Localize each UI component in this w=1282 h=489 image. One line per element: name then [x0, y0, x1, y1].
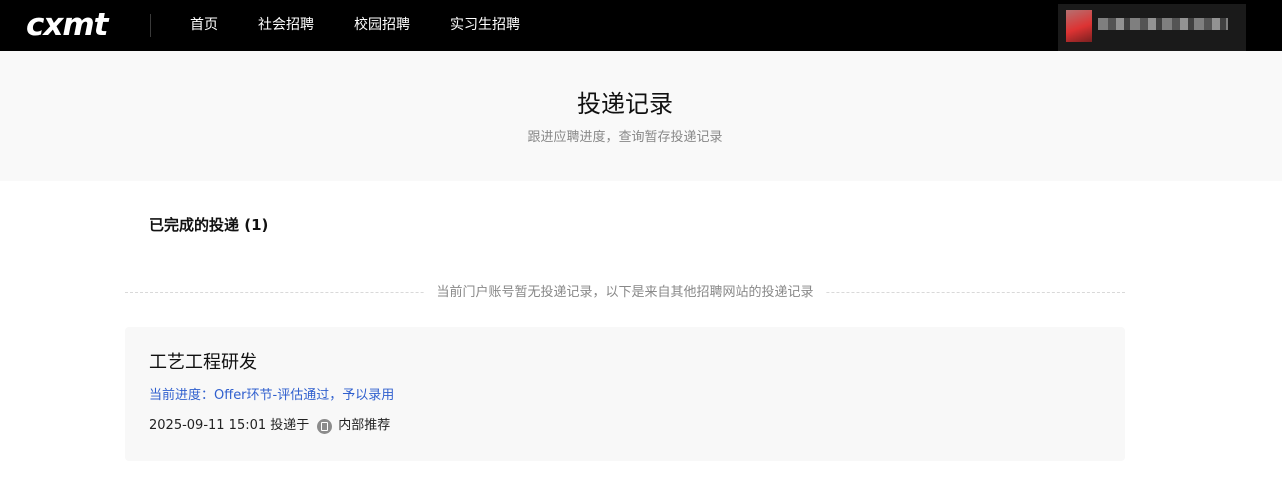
- job-title[interactable]: 工艺工程研发: [149, 352, 257, 374]
- application-meta: 2025-09-11 15:01 投递于 内部推荐: [149, 417, 390, 435]
- avatar: [1066, 10, 1092, 42]
- user-name-redacted: [1098, 18, 1228, 30]
- logo-divider: [150, 14, 151, 37]
- application-card[interactable]: 工艺工程研发 当前进度：Offer环节-评估通过，予以录用 2025-09-11…: [125, 327, 1125, 461]
- page-subtitle: 跟进应聘进度，查询暂存投递记录: [527, 130, 723, 145]
- notice-text: 当前门户账号暂无投递记录，以下是来自其他招聘网站的投递记录: [424, 285, 826, 300]
- referral-icon: [317, 418, 333, 434]
- application-progress: 当前进度：Offer环节-评估通过，予以录用: [149, 388, 395, 403]
- page-header-banner: 投递记录 跟进应聘进度，查询暂存投递记录: [0, 51, 1282, 181]
- nav-intern-recruitment[interactable]: 实习生招聘: [450, 16, 520, 34]
- completed-applications-heading: 已完成的投递 (1): [149, 216, 269, 234]
- application-source: 内部推荐: [338, 418, 391, 433]
- user-account-menu[interactable]: [1058, 4, 1246, 56]
- nav-campus-recruitment[interactable]: 校园招聘: [354, 16, 410, 34]
- nav-home[interactable]: 首页: [190, 16, 218, 34]
- notice-divider: 当前门户账号暂无投递记录，以下是来自其他招聘网站的投递记录: [125, 284, 1125, 302]
- submitted-time: 2025-09-11 15:01 投递于: [149, 418, 310, 433]
- page-title: 投递记录: [577, 90, 673, 118]
- top-navigation-bar: cxmt 首页 社会招聘 校园招聘 实习生招聘: [0, 0, 1282, 56]
- cxmt-logo[interactable]: cxmt: [26, 7, 108, 43]
- nav-social-recruitment[interactable]: 社会招聘: [258, 16, 314, 34]
